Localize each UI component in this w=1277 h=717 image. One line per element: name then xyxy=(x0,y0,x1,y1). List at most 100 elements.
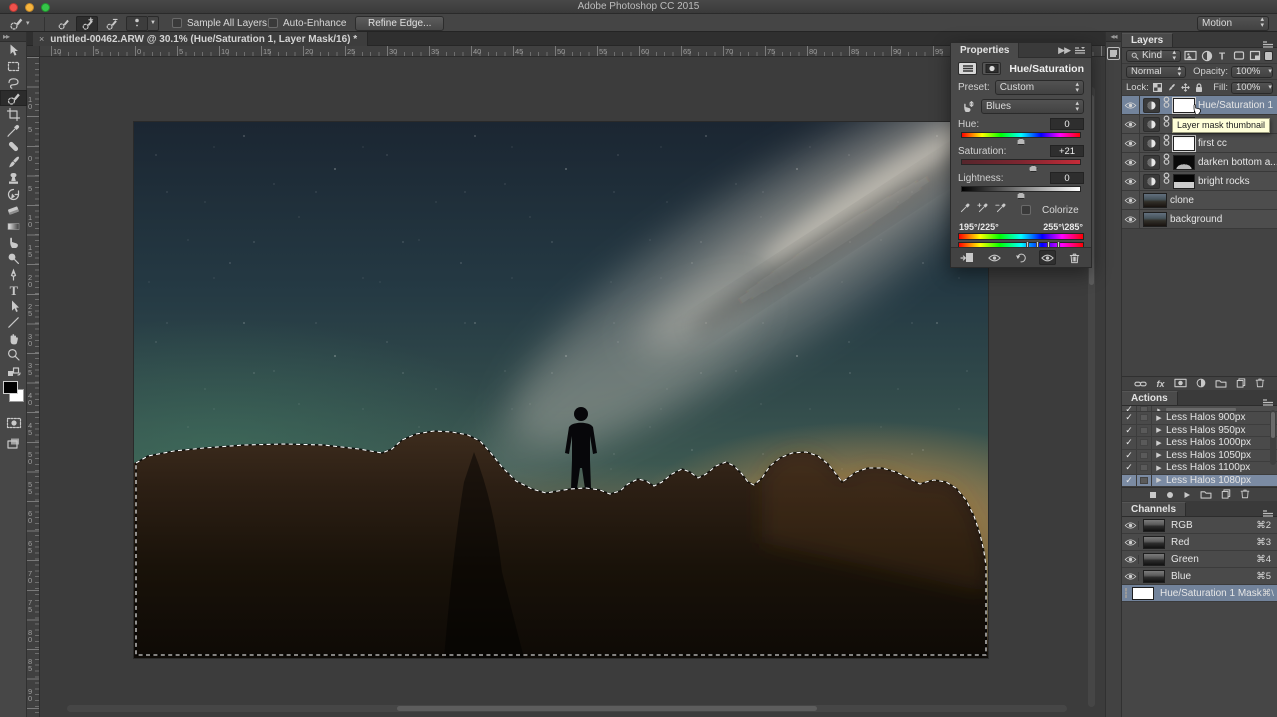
targeted-adjustment-tool[interactable] xyxy=(958,100,976,114)
channel-visibility-toggle[interactable] xyxy=(1122,538,1139,547)
delete-adjustment-icon[interactable] xyxy=(1066,250,1083,265)
action-dialog-toggle[interactable] xyxy=(1137,450,1152,462)
action-row[interactable]: ✓ ▶ Less Halos 900px xyxy=(1122,412,1277,425)
layer-name[interactable]: bright rocks xyxy=(1198,176,1250,187)
channel-row-blue[interactable]: Blue ⌘5 xyxy=(1122,568,1277,585)
sample-all-layers-checkbox[interactable]: Sample All Layers xyxy=(172,14,267,32)
mask-properties-icon[interactable] xyxy=(982,62,1001,75)
hue-slider[interactable] xyxy=(961,132,1081,138)
fill-select[interactable]: 100% ▾ xyxy=(1231,82,1273,94)
gradient-tool[interactable] xyxy=(0,218,27,234)
brush-tool[interactable] xyxy=(0,154,27,170)
layer-visibility-toggle[interactable] xyxy=(1122,191,1140,209)
channel-name[interactable]: Hue/Saturation 1 Mask xyxy=(1160,588,1262,599)
dodge-tool[interactable] xyxy=(0,250,27,266)
action-check-icon[interactable]: ✓ xyxy=(1122,450,1137,462)
layer-name[interactable]: clone xyxy=(1170,195,1194,206)
opacity-select[interactable]: 100% ▾ xyxy=(1231,66,1273,78)
brush-size-picker[interactable]: ▼ xyxy=(126,14,159,32)
lightness-slider-thumb[interactable] xyxy=(1017,192,1026,199)
horizontal-ruler[interactable]: 1050510152025303540455055606570758085909… xyxy=(27,46,1105,57)
quick-selection-tool[interactable] xyxy=(0,90,27,106)
mask-link-icon[interactable] xyxy=(1163,96,1170,114)
channel-thumbnail[interactable] xyxy=(1132,587,1154,600)
layer-mask-thumbnail[interactable] xyxy=(1173,174,1195,189)
layer-name[interactable]: first cc xyxy=(1198,138,1227,149)
action-check-icon[interactable]: ✓ xyxy=(1122,412,1137,424)
action-name[interactable]: Less Halos 1080px xyxy=(1166,475,1251,486)
smudge-tool[interactable] xyxy=(0,234,27,250)
layer-row-bright-rocks[interactable]: bright rocks xyxy=(1122,172,1277,191)
channel-name[interactable]: Red xyxy=(1171,537,1256,548)
layer-name[interactable]: background xyxy=(1170,214,1222,225)
action-check-icon[interactable]: ✓ xyxy=(1122,462,1137,474)
swap-colors-icon[interactable] xyxy=(0,366,27,378)
scrollbar-thumb[interactable] xyxy=(1271,412,1275,438)
tab-layers[interactable]: Layers xyxy=(1122,33,1173,47)
colorize-checkbox[interactable] xyxy=(1021,205,1031,215)
preset-select[interactable]: Custom ▴▾ xyxy=(995,80,1084,95)
filter-kind-select[interactable]: Kind ▴▾ xyxy=(1126,50,1181,62)
workspace-select[interactable]: Motion ▴▾ xyxy=(1197,16,1269,31)
action-row[interactable]: ✓ ▶ Less Halos 1000px xyxy=(1122,437,1277,450)
add-to-selection-mode-button[interactable] xyxy=(76,16,98,32)
channel-row-rgb[interactable]: RGB ⌘2 xyxy=(1122,517,1277,534)
layer-style-icon[interactable]: fx xyxy=(1156,379,1164,389)
canvas-image[interactable] xyxy=(134,122,988,658)
collapse-panel-icon[interactable]: ▶▶ xyxy=(1058,45,1074,56)
tool-preset-picker[interactable]: ▾ xyxy=(8,14,30,32)
path-selection-tool[interactable] xyxy=(0,298,27,314)
quick-mask-mode-button[interactable] xyxy=(0,415,27,431)
close-tab-icon[interactable]: × xyxy=(39,34,44,44)
adjustment-layer-icon[interactable] xyxy=(1143,136,1160,151)
layer-visibility-toggle[interactable] xyxy=(1122,210,1140,228)
pen-tool[interactable] xyxy=(0,266,27,282)
filter-shape-layers-icon[interactable] xyxy=(1232,50,1245,62)
channel-name[interactable]: Blue xyxy=(1171,571,1256,582)
adjustment-layer-icon[interactable] xyxy=(1143,98,1160,113)
action-name[interactable]: Less Halos 1000px xyxy=(1166,437,1251,448)
channel-thumbnail[interactable] xyxy=(1143,570,1165,583)
clone-stamp-tool[interactable] xyxy=(0,170,27,186)
layer-row-first-cc[interactable]: first cc xyxy=(1122,134,1277,153)
filter-smart-objects-icon[interactable] xyxy=(1248,50,1261,62)
panel-menu-icon[interactable] xyxy=(1262,505,1274,523)
lightness-slider[interactable] xyxy=(961,186,1081,192)
layer-thumbnail[interactable] xyxy=(1143,212,1167,227)
hue-value-input[interactable]: 0 xyxy=(1050,118,1084,130)
adjustment-layer-icon[interactable] xyxy=(1143,117,1160,132)
disclosure-triangle-icon[interactable]: ▶ xyxy=(1152,464,1166,472)
action-dialog-toggle[interactable] xyxy=(1137,462,1152,474)
layer-name[interactable]: Hue/Saturation 1 xyxy=(1198,100,1273,111)
lock-pixels-icon[interactable] xyxy=(1166,82,1177,94)
action-name[interactable]: Less Halos 900px xyxy=(1166,412,1246,423)
layer-row-background[interactable]: background xyxy=(1122,210,1277,229)
tab-properties[interactable]: Properties xyxy=(951,43,1019,58)
collapse-tools-icon[interactable]: ▸▸ xyxy=(0,32,26,42)
spot-healing-brush-tool[interactable] xyxy=(0,138,27,154)
channel-name[interactable]: RGB xyxy=(1171,520,1256,531)
channel-thumbnail[interactable] xyxy=(1143,553,1165,566)
channel-visibility-toggle[interactable] xyxy=(1122,521,1139,530)
layer-visibility-toggle[interactable] xyxy=(1122,172,1140,190)
action-check-icon[interactable]: ✓ xyxy=(1122,425,1137,437)
hue-slider-thumb[interactable] xyxy=(1017,138,1026,145)
mask-link-icon[interactable] xyxy=(1163,115,1170,133)
adjustment-list-icon[interactable] xyxy=(958,62,977,75)
channel-visibility-toggle[interactable] xyxy=(1122,572,1139,581)
panel-menu-icon[interactable] xyxy=(1074,46,1091,55)
zoom-tool[interactable] xyxy=(0,346,27,362)
layer-mask-thumbnail[interactable] xyxy=(1173,155,1195,170)
disclosure-triangle-icon[interactable]: ▶ xyxy=(1152,439,1166,447)
screen-mode-button[interactable] xyxy=(0,435,27,451)
filter-type-layers-icon[interactable]: T xyxy=(1216,50,1229,62)
adjustment-layer-icon[interactable] xyxy=(1143,174,1160,189)
lasso-tool[interactable] xyxy=(0,74,27,90)
actions-scrollbar[interactable] xyxy=(1270,410,1276,465)
action-check-icon[interactable]: ✓ xyxy=(1122,437,1137,449)
marquee-tool[interactable] xyxy=(0,58,27,74)
layer-name[interactable]: darken bottom a... xyxy=(1198,157,1277,168)
checkbox-box[interactable] xyxy=(172,18,182,28)
eraser-tool[interactable] xyxy=(0,202,27,218)
reset-adjustment-icon[interactable] xyxy=(1013,250,1030,265)
